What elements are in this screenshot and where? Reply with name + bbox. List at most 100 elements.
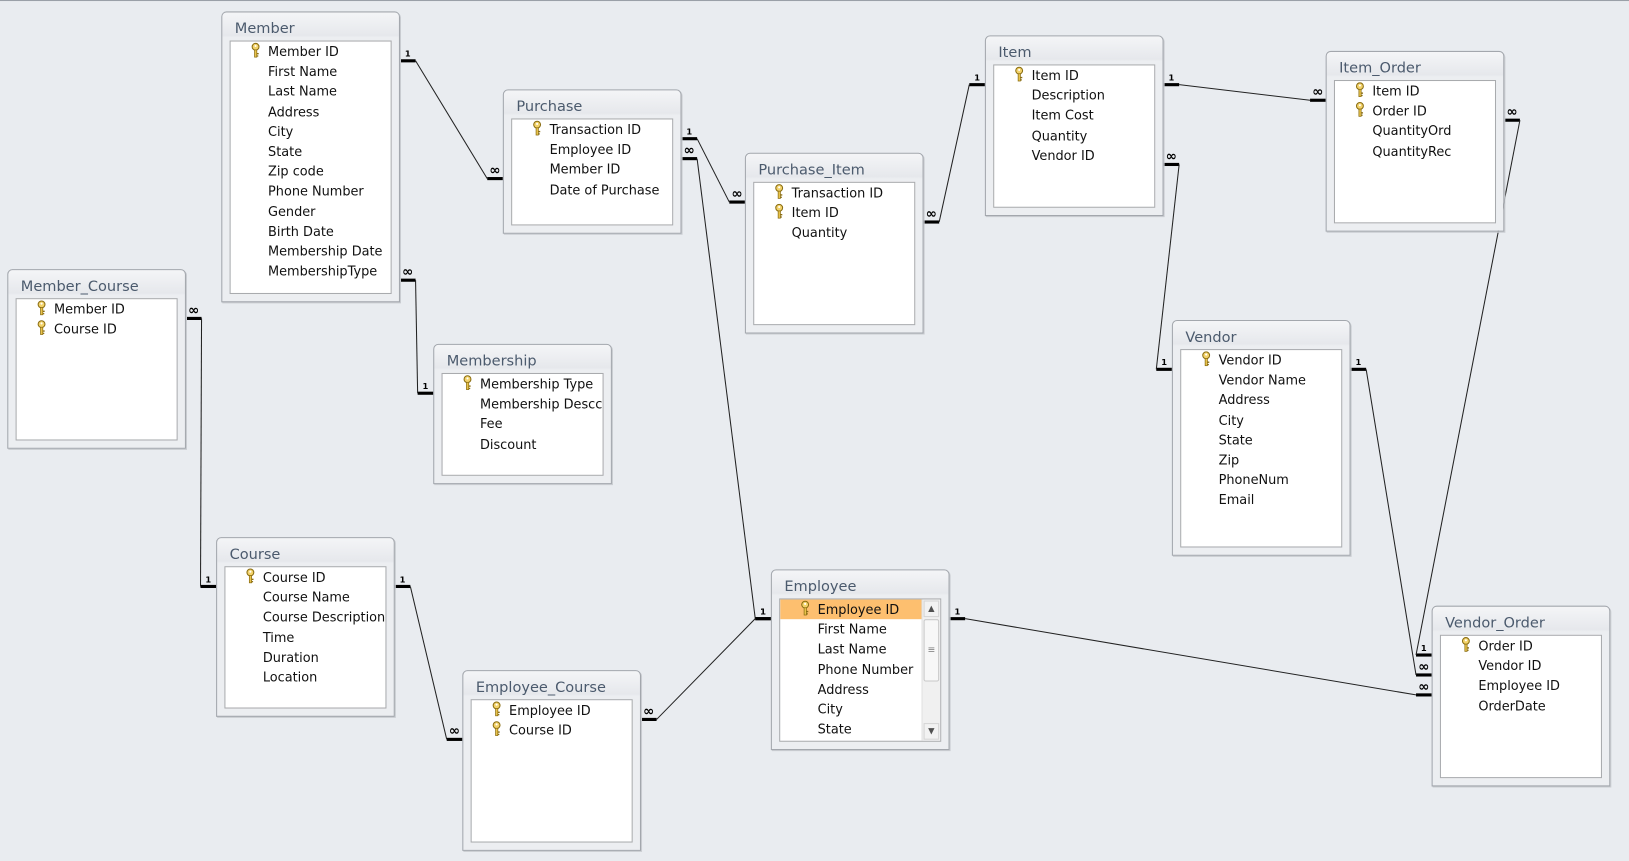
scroll-up-arrow-icon[interactable]: ▲: [923, 600, 940, 618]
field-row[interactable]: Employee ID: [472, 700, 632, 720]
field-row[interactable]: Gender: [231, 201, 391, 221]
table-title[interactable]: Member: [235, 21, 295, 38]
relationship-line[interactable]: ∞1: [641, 607, 771, 721]
field-row[interactable]: Employee ID: [512, 139, 672, 159]
field-row[interactable]: Email: [1181, 490, 1341, 510]
relationship-line[interactable]: 1∞: [949, 607, 1432, 697]
field-row[interactable]: QuantityOrd: [1335, 121, 1495, 141]
field-row[interactable]: Vendor ID: [994, 145, 1154, 165]
field-row[interactable]: Course ID: [17, 319, 177, 339]
field-row[interactable]: City: [231, 121, 391, 141]
field-row[interactable]: Member ID: [17, 299, 177, 319]
table-member[interactable]: Member Member ID First Name Last Name Addres…: [221, 11, 400, 303]
field-row[interactable]: Transaction ID: [512, 119, 672, 139]
table-item-order[interactable]: Item_Order Item ID Order ID QuantityOrd Quan…: [1325, 50, 1505, 232]
field-list[interactable]: Item ID Order ID QuantityOrd QuantityRec: [1333, 79, 1497, 224]
field-row[interactable]: Transaction ID: [754, 183, 914, 203]
field-row[interactable]: Quantity: [994, 125, 1154, 145]
field-row[interactable]: Birth Date: [231, 221, 391, 241]
field-row[interactable]: Zip code: [231, 161, 391, 181]
field-list[interactable]: Vendor ID Vendor Name Address City State Zip P…: [1180, 349, 1343, 548]
field-row[interactable]: Membership Type: [443, 374, 603, 394]
field-row[interactable]: Last Name: [231, 81, 391, 101]
field-row[interactable]: Zip: [1181, 450, 1341, 470]
field-row[interactable]: State: [231, 141, 391, 161]
field-row[interactable]: Date of Purchase: [512, 179, 672, 199]
table-title[interactable]: Member_Course: [21, 278, 139, 295]
table-title[interactable]: Membership: [447, 353, 537, 370]
table-vendor[interactable]: Vendor Vendor ID Vendor Name Address City Sta…: [1171, 319, 1351, 556]
field-row[interactable]: Item ID: [994, 65, 1154, 85]
field-row[interactable]: Vendor ID: [1181, 350, 1341, 370]
vertical-scrollbar[interactable]: ▲ ≡ ▼: [921, 599, 941, 741]
table-title[interactable]: Purchase_Item: [758, 162, 864, 179]
field-row[interactable]: Phone Number: [780, 659, 921, 679]
table-course[interactable]: Course Course ID Course Name Course Descrip…: [216, 537, 395, 717]
relationship-line[interactable]: ∞1: [185, 302, 217, 589]
field-row[interactable]: MembershipType: [231, 261, 391, 281]
table-purchase[interactable]: Purchase Transaction ID Employee ID Member …: [502, 89, 682, 234]
relationship-line[interactable]: 1∞: [399, 49, 503, 181]
field-row[interactable]: OrderDate: [1441, 696, 1601, 716]
field-row[interactable]: First Name: [780, 619, 921, 639]
field-row[interactable]: Order ID: [1441, 636, 1601, 656]
table-membership[interactable]: Membership Membership Type Membership Desc…: [433, 343, 612, 485]
table-title[interactable]: Purchase: [516, 99, 582, 116]
field-row[interactable]: Last Name: [780, 639, 921, 659]
field-row[interactable]: Course ID: [472, 720, 632, 740]
field-row[interactable]: Description: [994, 85, 1154, 105]
table-member-course[interactable]: Member_Course Member ID Course ID: [7, 269, 186, 449]
field-row[interactable]: First Name: [231, 61, 391, 81]
field-list[interactable]: Order ID Vendor ID Employee ID OrderDate: [1439, 634, 1602, 779]
field-row[interactable]: PhoneNum: [1181, 470, 1341, 490]
table-vendor-order[interactable]: Vendor_Order Order ID Vendor ID Employee ID…: [1431, 605, 1611, 787]
field-list[interactable]: Membership Type Membership Desccrip Fee Dis…: [441, 372, 604, 476]
field-row[interactable]: Order ID: [1335, 101, 1495, 121]
field-row[interactable]: Employee ID: [780, 599, 922, 620]
table-title[interactable]: Employee_Course: [476, 679, 606, 696]
table-title[interactable]: Item: [998, 45, 1031, 62]
table-purchase-item[interactable]: Purchase_Item Transaction ID Item ID Quanti…: [744, 152, 924, 334]
scroll-thumb[interactable]: ≡: [923, 619, 940, 682]
scroll-down-arrow-icon[interactable]: ▼: [923, 723, 940, 740]
field-list[interactable]: Employee ID Course ID: [470, 699, 633, 843]
table-employee[interactable]: Employee Employee ID First Name Last Name Ph…: [770, 569, 950, 751]
field-row[interactable]: State: [1181, 430, 1341, 450]
field-row[interactable]: State: [780, 719, 921, 739]
field-list[interactable]: Employee ID First Name Last Name Phone Numb…: [779, 598, 942, 742]
field-row[interactable]: QuantityRec: [1335, 141, 1495, 161]
field-row[interactable]: Item Cost: [994, 105, 1154, 125]
table-title[interactable]: Vendor: [1185, 329, 1236, 346]
field-list[interactable]: Course ID Course Name Course Description Ti…: [224, 566, 387, 709]
field-list[interactable]: Item ID Description Item Cost Quantity Vendo…: [993, 64, 1156, 208]
field-row[interactable]: Member ID: [512, 159, 672, 179]
field-row[interactable]: Address: [780, 679, 921, 699]
field-row[interactable]: Duration: [225, 647, 385, 667]
field-row[interactable]: Address: [1181, 390, 1341, 410]
field-row[interactable]: Vendor Name: [1181, 370, 1341, 390]
field-row[interactable]: Phone Number: [231, 181, 391, 201]
field-row[interactable]: Discount: [443, 434, 603, 454]
field-row[interactable]: Employee ID: [1441, 676, 1601, 696]
relationship-line[interactable]: 1∞: [1350, 357, 1432, 677]
table-title[interactable]: Employee: [784, 579, 856, 596]
field-row[interactable]: Fee: [443, 414, 603, 434]
field-row[interactable]: Item ID: [1335, 81, 1495, 101]
field-row[interactable]: City: [780, 699, 921, 719]
field-row[interactable]: Item ID: [754, 203, 914, 223]
field-list[interactable]: Member ID First Name Last Name Address City S…: [229, 40, 392, 295]
relationship-line[interactable]: 1∞: [394, 574, 463, 741]
field-list[interactable]: Transaction ID Employee ID Member ID Date o…: [511, 118, 674, 226]
field-row[interactable]: Address: [231, 101, 391, 121]
field-row[interactable]: Course Description: [225, 607, 385, 627]
field-row[interactable]: Quantity: [754, 223, 914, 243]
field-row[interactable]: Course ID: [225, 567, 385, 587]
field-list[interactable]: Transaction ID Item ID Quantity: [753, 181, 916, 326]
field-row[interactable]: Membership Date: [231, 241, 391, 261]
table-item[interactable]: Item Item ID Description Item Cost Quantity V…: [984, 35, 1164, 217]
table-title[interactable]: Vendor_Order: [1445, 615, 1545, 632]
relationship-line[interactable]: ∞1: [399, 264, 434, 395]
field-row[interactable]: Time: [225, 627, 385, 647]
field-row[interactable]: Membership Desccrip: [443, 394, 603, 414]
field-list[interactable]: Member ID Course ID: [15, 298, 178, 441]
